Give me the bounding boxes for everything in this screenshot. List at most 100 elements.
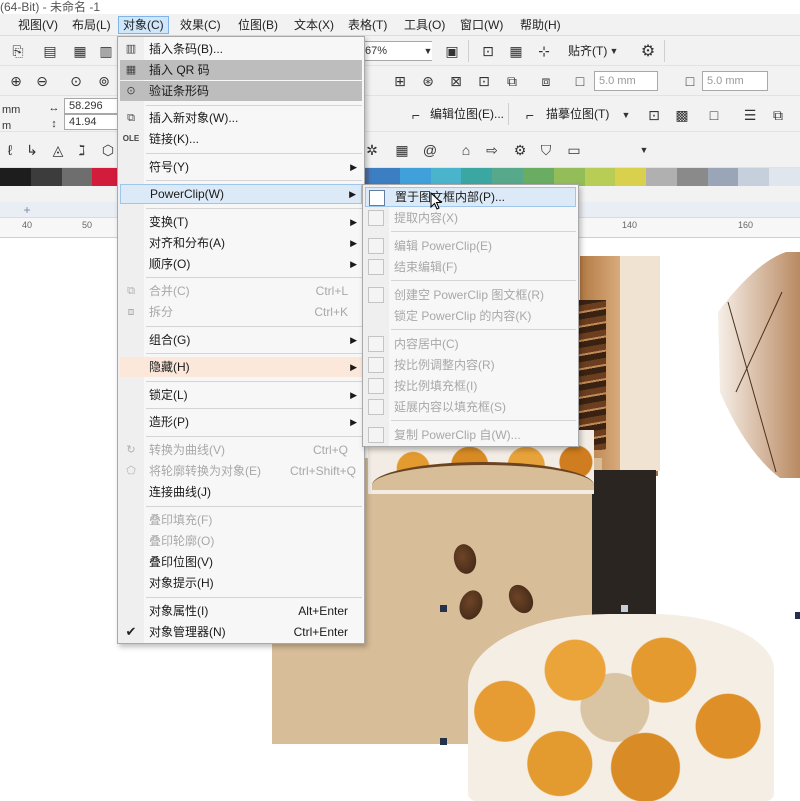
redo-icon[interactable]: ▥ [96,41,116,61]
menu-table[interactable]: 表格(T) [344,16,391,34]
cut-icon[interactable]: ⎘ [8,41,28,61]
palette-swatch[interactable] [30,168,62,186]
nudge-x-field[interactable]: 5.0 mm [594,71,658,91]
dark-panel-artwork[interactable] [592,470,656,620]
submenu-item-extract-contents[interactable]: 提取内容(X) [365,208,576,228]
resample-icon[interactable]: ▩ [672,105,692,125]
arrow-shapes-icon[interactable]: ⇨ [482,140,502,160]
menu-item-powerclip[interactable]: PowerClip(W) ▶ [120,184,362,204]
menu-item-break-apart[interactable]: ⧈ 拆分 Ctrl+K [120,302,362,322]
align-right-icon[interactable]: ⊠ [446,71,466,91]
group-icon[interactable]: ⧉ [502,71,522,91]
align-center-icon[interactable]: ⊛ [418,71,438,91]
menu-window[interactable]: 窗口(W) [456,16,507,34]
menu-item-insert-qr-code[interactable]: ▦ 插入 QR 码 [120,60,362,80]
full-screen-icon[interactable]: ▣ [442,41,462,61]
banner-shapes-icon[interactable]: ⛉ [536,140,556,160]
nudge-y-field[interactable]: 5.0 mm [702,71,768,91]
distribute-icon[interactable]: ⊡ [474,71,494,91]
zoom-selected-icon[interactable]: ⊙ [66,71,86,91]
menu-item-lock[interactable]: 锁定(L) ▶ [120,385,362,405]
show-rulers-icon[interactable]: ⊡ [478,41,498,61]
align-left-icon[interactable]: ⊞ [390,71,410,91]
menu-item-links[interactable]: OLE 链接(K)... [120,129,362,149]
trace-dropdown-chevron-icon[interactable]: ▼ [616,105,636,125]
fill-bucket-icon[interactable]: ◬ [48,140,68,160]
menu-item-outline-to-object[interactable]: ⬠ 将轮廓转换为对象(E) Ctrl+Shift+Q [120,461,362,481]
menu-item-shaping[interactable]: 造形(P) ▶ [120,412,362,432]
palette-swatch[interactable] [769,168,800,186]
spiral-icon[interactable]: @ [420,140,440,160]
menu-item-validate-barcode[interactable]: ⊙ 验证条形码 [120,81,362,101]
object-height-field[interactable]: 41.94 mm [64,114,120,142]
palette-swatch[interactable] [0,168,31,186]
bitmap-frame-icon[interactable]: □ [704,105,724,125]
menu-item-hide[interactable]: 隐藏(H) ▶ [120,357,362,377]
zoom-out-icon[interactable]: ⊖ [32,71,52,91]
callout-shapes-icon[interactable]: ▭ [564,140,584,160]
menu-effects[interactable]: 效果(C) [176,16,225,34]
zoom-fit-icon[interactable]: ⊚ [94,71,114,91]
menu-help[interactable]: 帮助(H) [516,16,565,34]
submenu-item-place-inside-frame[interactable]: 置于图文框内部(P)... [365,187,576,207]
menu-bitmaps[interactable]: 位图(B) [234,16,282,34]
selection-handle[interactable] [440,605,447,612]
menu-item-align-distribute[interactable]: 对齐和分布(A) ▶ [120,233,362,253]
box-panel-artwork[interactable] [620,256,660,471]
submenu-item-center-contents[interactable]: 内容居中(C) [365,334,576,354]
snap-to-button[interactable]: 贴齐(T) [568,40,607,62]
arrange-icon[interactable]: ⧉ [768,105,788,125]
menu-text[interactable]: 文本(X) [290,16,338,34]
snap-dropdown-chevron-icon[interactable]: ▼ [604,41,624,61]
palette-swatch[interactable] [61,168,93,186]
submenu-item-stretch-to-fill[interactable]: 延展内容以填充框(S) [365,397,576,417]
menu-tools[interactable]: 工具(O) [400,16,449,34]
trace-bitmap-button[interactable]: 描摹位图(T) [546,103,609,125]
selection-handle[interactable] [795,612,800,619]
crop-bitmap-icon[interactable]: ⊡ [644,105,664,125]
menu-item-group[interactable]: 组合(G) ▶ [120,330,362,350]
menu-item-convert-to-curves[interactable]: ↻ 转换为曲线(V) Ctrl+Q [120,440,362,460]
submenu-item-edit-powerclip[interactable]: 编辑 PowerClip(E) [365,236,576,256]
freehand-icon[interactable]: ℓ [0,140,20,160]
submenu-item-create-empty-frame[interactable]: 创建空 PowerClip 图文框(R) [365,285,576,305]
submenu-item-fill-proportionally[interactable]: 按比例填充框(I) [365,376,576,396]
menu-item-object-properties[interactable]: 对象属性(I) Alt+Enter [120,601,362,621]
submenu-item-fit-proportionally[interactable]: 按比例调整内容(R) [365,355,576,375]
selection-handle[interactable] [440,738,447,745]
submenu-item-lock-contents[interactable]: 锁定 PowerClip 的内容(K) [365,306,576,326]
menu-item-combine[interactable]: ⧉ 合并(C) Ctrl+L [120,281,362,301]
zoom-in-icon[interactable]: ⊕ [6,71,26,91]
edit-bitmap-button[interactable]: 编辑位图(E)... [430,103,504,125]
undo-icon[interactable]: ▦ [70,41,90,61]
settings-icon[interactable]: ✲ [362,140,382,160]
menu-item-insert-barcode[interactable]: ▥ 插入条码(B)... [120,39,362,59]
gear-icon[interactable]: ⚙ [638,41,658,61]
menu-item-overprint-bitmap[interactable]: 叠印位图(V) [120,552,362,572]
add-document-icon[interactable]: + [18,203,36,217]
ungroup-icon[interactable]: ⧈ [536,71,556,91]
show-guides-icon[interactable]: ⊹ [534,41,554,61]
menu-object[interactable]: 对象(C) [118,16,169,34]
submenu-item-copy-powerclip-from[interactable]: 复制 PowerClip 自(W)... [365,425,576,445]
bezier-icon[interactable]: ↳ [22,140,42,160]
object-width-field[interactable]: 58.296 mm [64,98,120,126]
interactive-fill-icon[interactable]: ⬡ [98,140,118,160]
menu-view[interactable]: 视图(V) [14,16,62,34]
zoom-dropdown-chevron-icon[interactable]: ▼ [418,41,438,61]
palette-swatch[interactable] [707,168,739,186]
menu-item-insert-new-object[interactable]: ⧉ 插入新对象(W)... [120,108,362,128]
text-wrap-icon[interactable]: ☰ [740,105,760,125]
menu-item-overprint-outline[interactable]: 叠印轮廓(O) [120,531,362,551]
takoyaki-selected-image[interactable] [468,614,774,801]
menu-item-transform[interactable]: 变换(T) ▶ [120,212,362,232]
menu-item-object-manager[interactable]: ✔ 对象管理器(N) Ctrl+Enter [120,622,362,642]
selection-handle[interactable] [621,605,628,612]
palette-swatch[interactable] [615,168,647,186]
menu-item-order[interactable]: 顺序(O) ▶ [120,254,362,274]
paste-icon[interactable]: ▤ [40,41,60,61]
menu-item-overprint-fill[interactable]: 叠印填充(F) [120,510,362,530]
coffee-beans-image[interactable] [576,300,606,450]
menu-layout[interactable]: 布局(L) [68,16,115,34]
eyedropper-icon[interactable]: ℷ [72,140,92,160]
